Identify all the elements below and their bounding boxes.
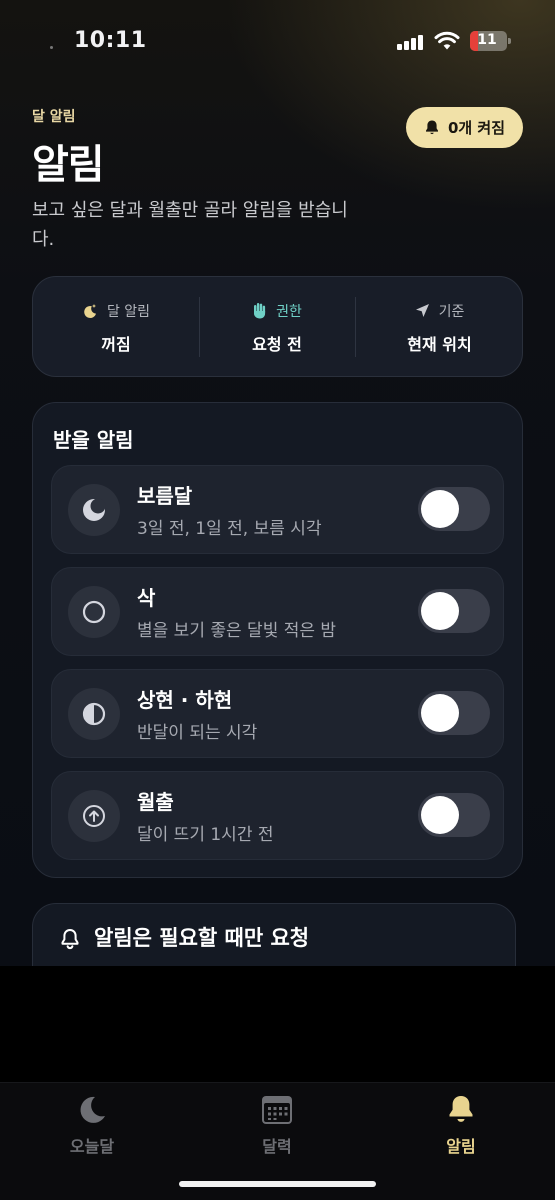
alert-subtitle: 반달이 되는 시각 [137, 723, 258, 743]
quarter-moon-toggle[interactable] [418, 691, 490, 735]
summary-permission: 권한 요청 전 [199, 277, 355, 378]
enabled-count-label: 0개 켜짐 [447, 119, 506, 137]
page-title: 알림 [32, 142, 105, 188]
panel-title: 받을 알림 [53, 428, 134, 452]
summary-label: 달 알림 [106, 303, 151, 320]
alert-name: 삭 [137, 586, 156, 610]
alert-item-new-moon[interactable]: 삭 별을 보기 좋은 달빛 적은 밤 [51, 567, 504, 656]
moon-sparkle-icon [84, 303, 96, 318]
summary-moon-alert: 달 알림 꺼짐 [33, 277, 199, 378]
alert-subtitle: 별을 보기 좋은 달빛 적은 밤 [137, 621, 337, 641]
summary-value: 요청 전 [252, 334, 302, 354]
summary-value: 현재 위치 [407, 334, 472, 354]
summary-value: 꺼짐 [101, 334, 131, 354]
summary-label: 권한 [276, 303, 302, 320]
tab-calendar[interactable]: 달력 [207, 1093, 347, 1157]
status-dot [50, 46, 53, 49]
tab-today-moon[interactable]: 오늘달 [22, 1093, 162, 1157]
info-title: 알림은 필요할 때만 요청 [94, 926, 310, 950]
bell-outline-icon [61, 929, 79, 950]
moonrise-arrow-icon [68, 790, 120, 842]
alert-item-full-moon[interactable]: 보름달 3일 전, 1일 전, 보름 시각 [51, 465, 504, 554]
summary-label: 기준 [438, 303, 465, 320]
alert-name: 상현 · 하현 [137, 688, 233, 712]
new-moon-toggle[interactable] [418, 589, 490, 633]
moon-icon [80, 1096, 105, 1123]
alert-item-moonrise[interactable]: 월출 달이 뜨기 1시간 전 [51, 771, 504, 860]
alert-item-quarter-moon[interactable]: 상현 · 하현 반달이 되는 시각 [51, 669, 504, 758]
location-arrow-icon [415, 304, 429, 317]
page-eyebrow: 달 알림 [32, 109, 76, 125]
half-moon-icon [68, 688, 120, 740]
battery-level: 11 [477, 32, 497, 48]
bell-icon [425, 120, 438, 135]
alert-options-panel: 받을 알림 보름달 3일 전, 1일 전, 보름 시각 삭 별을 보기 좋은 달… [32, 402, 523, 878]
page-description: 보고 싶은 달과 월출만 골라 알림을 받습니다. [32, 200, 348, 250]
new-moon-icon [68, 586, 120, 638]
alert-subtitle: 달이 뜨기 1시간 전 [137, 825, 274, 845]
moonrise-toggle[interactable] [418, 793, 490, 837]
alert-name: 보름달 [137, 484, 193, 508]
permission-info-card: 알림은 필요할 때만 요청 [32, 903, 516, 966]
bell-icon [449, 1096, 473, 1122]
notifications-screen: 10:11 11 달 알림 알림 보고 싶은 달과 월출만 골라 알림을 받습니… [0, 0, 555, 966]
cellular-signal-icon [397, 34, 425, 50]
tab-label: 오늘달 [69, 1137, 115, 1156]
enabled-count-badge[interactable]: 0개 켜짐 [406, 107, 523, 148]
home-indicator[interactable] [179, 1181, 376, 1187]
alert-subtitle: 3일 전, 1일 전, 보름 시각 [137, 519, 322, 539]
full-moon-icon [68, 484, 120, 536]
summary-location: 기준 현재 위치 [355, 277, 524, 378]
tab-label: 알림 [446, 1137, 476, 1156]
calendar-icon [262, 1096, 292, 1124]
hand-icon [254, 303, 266, 319]
alert-name: 월출 [137, 790, 174, 814]
battery-icon: 11 [470, 31, 511, 51]
status-time: 10:11 [74, 28, 147, 53]
wifi-icon [434, 31, 460, 50]
tab-alerts[interactable]: 알림 [391, 1093, 531, 1157]
full-moon-toggle[interactable] [418, 487, 490, 531]
tab-label: 달력 [262, 1137, 292, 1156]
status-summary-card: 달 알림 꺼짐 권한 요청 전 기준 현재 위치 [32, 276, 523, 377]
